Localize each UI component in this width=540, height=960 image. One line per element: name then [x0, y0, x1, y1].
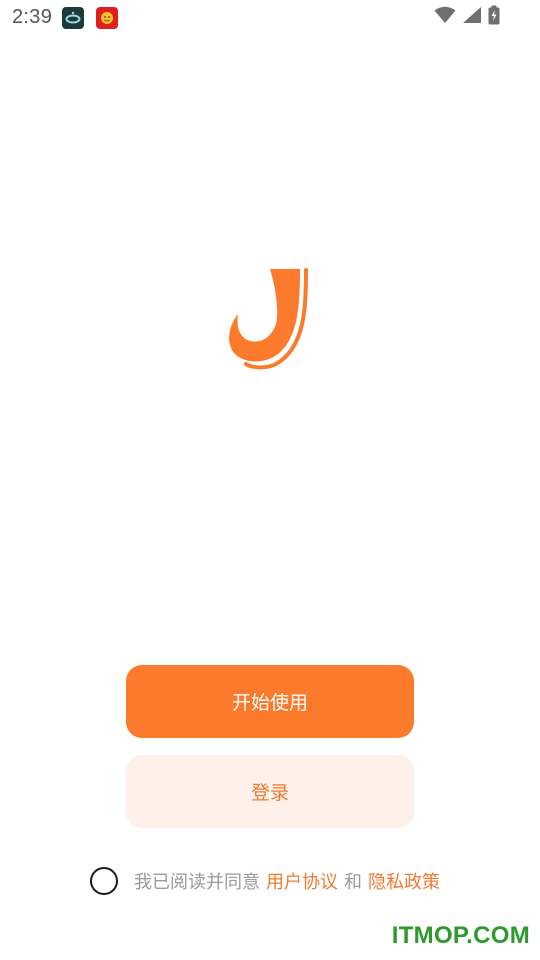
splash-screen: 2:39 开始使用 登录 我已阅读并同意 用户协议 和 隐私政策 ITMOP.C… [0, 0, 540, 960]
signal-icon [462, 6, 482, 28]
login-button[interactable]: 登录 [126, 755, 414, 828]
system-status-icons [434, 5, 500, 29]
status-time: 2:39 [12, 6, 53, 28]
agreement-row: 我已阅读并同意 用户协议 和 隐私政策 [90, 866, 446, 896]
user-agreement-link[interactable]: 用户协议 [266, 868, 338, 894]
agreement-prefix: 我已阅读并同意 [134, 872, 260, 893]
start-button[interactable]: 开始使用 [126, 665, 414, 738]
wifi-icon [434, 6, 456, 28]
battery-charging-icon [488, 5, 500, 29]
privacy-policy-link[interactable]: 隐私政策 [368, 868, 440, 894]
watermark: ITMOP.COM [391, 922, 530, 949]
start-button-label: 开始使用 [231, 692, 308, 714]
status-bar: 2:39 [0, 0, 540, 36]
agreement-conjunction: 和 [344, 872, 362, 893]
app-logo-icon [226, 266, 310, 372]
app-notification-icon [62, 7, 84, 29]
red-envelope-icon [96, 7, 118, 29]
login-button-label: 登录 [250, 782, 289, 804]
agree-checkbox[interactable] [90, 867, 118, 895]
